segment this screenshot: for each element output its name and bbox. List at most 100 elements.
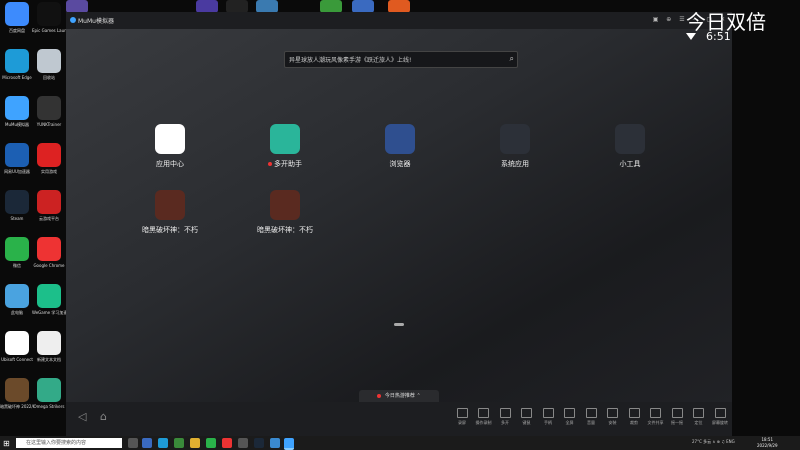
toolbar-label: 手柄 — [544, 420, 552, 425]
taskbar-app-icon[interactable] — [254, 438, 264, 448]
desktop-app-icon — [5, 331, 29, 355]
desktop-icon[interactable]: Epic Games Launcher — [32, 2, 66, 33]
toolbar-icon — [650, 408, 661, 418]
taskbar-app-icon[interactable] — [190, 438, 200, 448]
system-tray[interactable]: 27°C 多云 ∧ ⊕ ♫ ENG — [692, 439, 735, 445]
toolbar-button[interactable]: 操作录制 — [474, 408, 494, 426]
taskbar-search[interactable]: 在这里输入你要搜索的内容 — [16, 438, 122, 448]
taskbar-app-icon[interactable] — [142, 438, 152, 448]
desktop-icon[interactable]: Omega Strikers — [32, 378, 66, 409]
toolbar-button[interactable]: 录屏 — [452, 408, 472, 426]
desktop-app-icon — [37, 143, 61, 167]
desktop-icon[interactable]: 新建文本文档 — [32, 331, 66, 362]
desktop-app-icon — [5, 96, 29, 120]
desktop-app-icon — [37, 237, 61, 261]
toolbar-button[interactable]: 定位 — [689, 408, 709, 426]
app-icon — [385, 124, 415, 154]
desktop-icon[interactable]: 微信 — [0, 237, 34, 268]
search-bar[interactable]: 异星球放人潮玩风像素手游《跃迁旅人》上线! ⌕ — [284, 51, 518, 68]
toolbar-icon — [714, 408, 726, 418]
toolbar-label: 裁剪 — [630, 420, 638, 425]
home-icon[interactable]: ⌂ — [100, 410, 107, 423]
desktop-icon-label: Microsoft Edge — [2, 75, 32, 80]
taskbar-app-icon[interactable] — [206, 438, 216, 448]
desktop-icon[interactable]: 暗黑破坏神 2022/07/09 — [0, 378, 34, 409]
desktop-icon[interactable]: MuMu模拟器 — [0, 96, 34, 127]
desktop-app-icon — [5, 49, 29, 73]
app-label-text: 暗黑破坏神：不朽 — [142, 226, 198, 234]
taskbar-clock-date: 2022/9/29 — [757, 443, 778, 448]
taskbar-mumu-icon[interactable] — [284, 438, 294, 450]
wifi-icon — [686, 33, 696, 40]
desktop-icon[interactable]: YUNKTrainer — [32, 96, 66, 127]
taskbar-app-icon[interactable] — [128, 438, 138, 448]
new-badge-icon — [268, 162, 272, 166]
desktop-icon[interactable]: 百度网盘 — [0, 2, 34, 33]
desktop-app-icon — [37, 49, 61, 73]
red-dot-icon — [377, 393, 382, 398]
desktop-icon[interactable]: Google Chrome — [32, 237, 66, 268]
app-icon-item[interactable]: 系统应用 — [475, 124, 555, 169]
toolbar-button[interactable]: 键鼠 — [517, 408, 537, 426]
toolbar-label: 定位 — [694, 420, 703, 425]
toolbar-button[interactable]: 音量 — [581, 408, 601, 426]
taskbar-clock-time: 18:51 — [761, 437, 774, 442]
desktop-icon[interactable]: WeGame 学习加速器 — [32, 284, 66, 315]
desktop-icon-label: 此电脑 — [11, 310, 23, 315]
app-icon-item[interactable]: 暗黑破坏神：不朽 — [130, 190, 210, 235]
app-icon-item[interactable]: 暗黑破坏神：不朽 — [245, 190, 325, 235]
desktop-icon[interactable]: 云游戏平台 — [32, 190, 66, 221]
desktop-icon[interactable]: 回收站 — [32, 49, 66, 80]
taskbar-app-icon[interactable] — [158, 438, 168, 448]
app-icon-item[interactable]: 浏览器 — [360, 124, 440, 169]
toolbar-icon — [521, 408, 532, 418]
toolbar-label: 键鼠 — [522, 420, 531, 425]
search-icon[interactable]: ⌕ — [510, 54, 514, 64]
toolbar-button[interactable]: 手柄 — [538, 408, 558, 426]
toolbar-icon — [607, 408, 618, 418]
app-icon-item[interactable]: 小工具 — [590, 124, 670, 169]
taskbar-clock[interactable]: 18:51 2022/9/29 — [757, 437, 778, 449]
toolbar-button[interactable]: 安装 — [603, 408, 623, 426]
toolbar-button[interactable]: 摇一摇 — [667, 408, 687, 426]
toolbar-button[interactable]: 全屏 — [560, 408, 580, 426]
desktop-app-icon — [37, 96, 61, 120]
desktop-icon-label: 暗黑破坏神 2022/07/09 — [0, 404, 34, 409]
desktop-app-icon — [37, 284, 61, 308]
app-label-text: 暗黑破坏神：不朽 — [257, 226, 313, 234]
desktop-icon[interactable]: Steam — [0, 190, 34, 221]
desktop-icon-label: Omega Strikers — [33, 404, 65, 409]
app-icon-item[interactable]: 应用中心 — [130, 124, 210, 169]
taskbar-app-icon[interactable] — [174, 438, 184, 448]
taskbar-app-icon[interactable] — [238, 438, 248, 448]
page-indicator[interactable] — [394, 323, 404, 326]
desktop-icon[interactable]: 此电脑 — [0, 284, 34, 315]
desktop-icon-label: Google Chrome — [33, 263, 65, 268]
windows-start-icon[interactable]: ⊞ — [3, 439, 10, 448]
app-label-text: 系统应用 — [501, 160, 529, 168]
desktop-icon[interactable]: Microsoft Edge — [0, 49, 34, 80]
app-icon — [270, 190, 300, 220]
taskbar-app-icon[interactable] — [222, 438, 232, 448]
desktop-icon-label: 回收站 — [43, 75, 55, 80]
back-icon[interactable]: ◁ — [78, 410, 86, 423]
app-label: 暗黑破坏神：不朽 — [245, 225, 325, 235]
toolbar-label: 全屏 — [565, 420, 574, 425]
toolbar-icon — [693, 408, 704, 418]
app-icon-item[interactable]: 多开助手 — [245, 124, 325, 169]
desktop-icon[interactable]: 实用游戏 — [32, 143, 66, 174]
taskbar-app-icon[interactable] — [270, 438, 280, 448]
app-label: 暗黑破坏神：不朽 — [130, 225, 210, 235]
toolbar-button[interactable]: 文件共享 — [646, 408, 666, 426]
app-label: 应用中心 — [130, 159, 210, 169]
recommend-tab[interactable]: 今日热游推荐 ⌃ — [359, 390, 439, 402]
toolbar-button[interactable]: 屏幕旋转 — [710, 408, 730, 426]
desktop-icon[interactable]: Ubisoft Connect — [0, 331, 34, 362]
desktop-app-icon — [37, 190, 61, 214]
desktop-icon[interactable]: 网易UU加速器 — [0, 143, 34, 174]
app-icon — [615, 124, 645, 154]
toolbar-button[interactable]: 多开 — [495, 408, 515, 426]
recommend-label: 今日热游推荐 — [384, 393, 415, 399]
toolbar-button[interactable]: 裁剪 — [624, 408, 644, 426]
app-label-text: 浏览器 — [389, 160, 411, 168]
